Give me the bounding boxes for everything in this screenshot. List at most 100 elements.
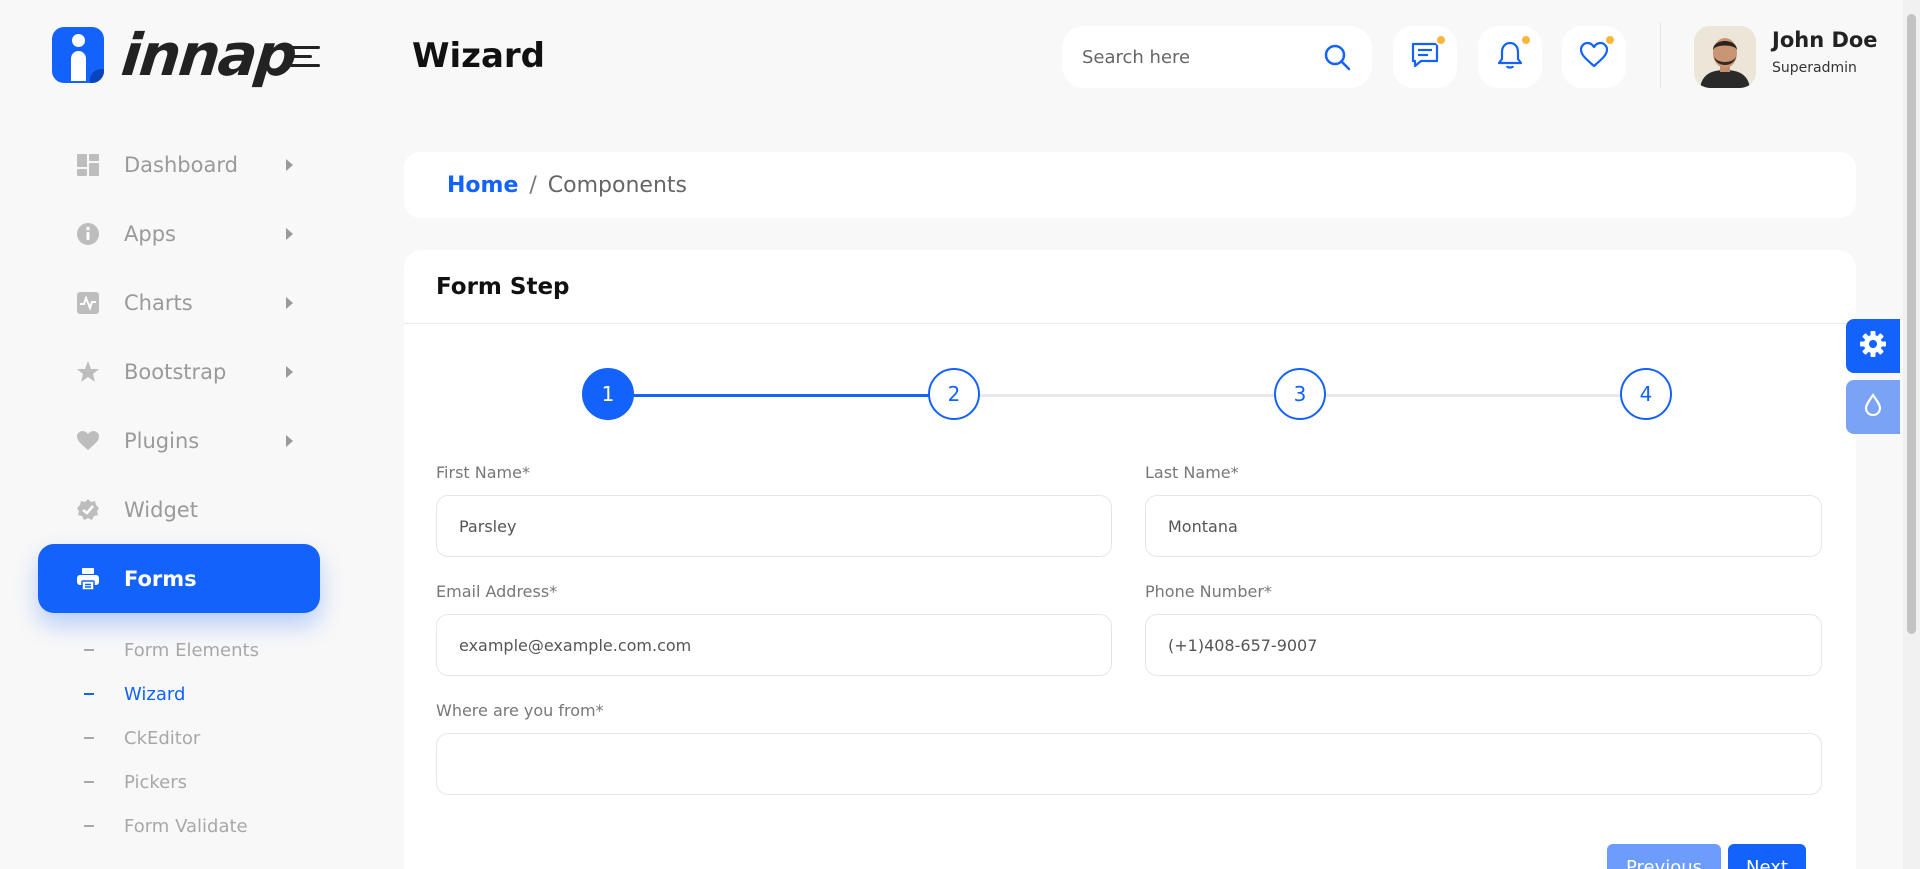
sidebar-item-widget[interactable]: Widget — [38, 475, 320, 544]
origin-group: Where are you from* — [436, 701, 1822, 795]
notification-dot — [1520, 34, 1532, 46]
sidebar-item-plugins[interactable]: Plugins — [38, 406, 320, 475]
caret-right-icon — [286, 158, 293, 171]
notification-dot — [1604, 34, 1616, 46]
search-icon[interactable] — [1322, 42, 1352, 72]
step-line — [980, 394, 1280, 397]
last-name-group: Last Name* — [1145, 463, 1822, 557]
step-2[interactable]: 2 — [928, 368, 980, 420]
sidebar-item-label: Forms — [124, 566, 197, 591]
breadcrumb: Home / Components — [404, 152, 1856, 218]
step-3[interactable]: 3 — [1274, 368, 1326, 420]
next-button[interactable]: Next — [1728, 844, 1806, 869]
dash-icon — [84, 737, 94, 739]
submenu-item-ckeditor[interactable]: CkEditor — [84, 716, 259, 760]
star-icon — [76, 360, 100, 384]
phone-label: Phone Number* — [1145, 582, 1272, 601]
printer-icon — [76, 567, 100, 591]
sidebar-item-bootstrap[interactable]: Bootstrap — [38, 337, 320, 406]
step-4[interactable]: 4 — [1620, 368, 1672, 420]
first-name-group: First Name* — [436, 463, 1112, 557]
last-name-label: Last Name* — [1145, 463, 1239, 482]
dash-icon — [84, 693, 94, 695]
wizard-stepper: 1 2 3 4 — [582, 368, 1682, 422]
dash-icon — [84, 825, 94, 827]
caret-right-icon — [286, 365, 293, 378]
sidebar-item-charts[interactable]: Charts — [38, 268, 320, 337]
sidebar-item-apps[interactable]: Apps — [38, 199, 320, 268]
brand-name: innap — [118, 21, 299, 89]
notifications-button[interactable] — [1478, 26, 1542, 88]
chart-icon — [76, 291, 100, 315]
first-name-field[interactable] — [436, 495, 1112, 557]
card-header: Form Step — [404, 250, 1856, 324]
sidebar-item-dashboard[interactable]: Dashboard — [38, 130, 320, 199]
origin-field[interactable] — [436, 733, 1822, 795]
menu-toggle-icon[interactable] — [290, 46, 320, 68]
phone-group: Phone Number* — [1145, 582, 1822, 676]
submenu-item-label: Form Validate — [124, 815, 248, 837]
phone-field[interactable] — [1145, 614, 1822, 676]
page-scrollbar[interactable] — [1903, 0, 1920, 869]
first-name-label: First Name* — [436, 463, 530, 482]
header-divider — [1660, 22, 1661, 88]
user-role: Superadmin — [1772, 60, 1857, 76]
form-step-card: Form Step 1 2 3 4 First Name* Last Name*… — [404, 250, 1856, 869]
drop-icon — [1860, 392, 1886, 422]
dash-icon — [84, 649, 94, 651]
avatar[interactable] — [1694, 26, 1756, 88]
sidebar-item-label: Widget — [124, 497, 198, 522]
badge-check-icon — [76, 498, 100, 522]
messages-button[interactable] — [1393, 26, 1457, 88]
sidebar-item-label: Apps — [124, 221, 176, 246]
submenu-item-label: CkEditor — [124, 727, 201, 749]
theme-button[interactable] — [1846, 380, 1900, 434]
sidebar-item-label: Plugins — [124, 428, 200, 453]
step-line — [1326, 394, 1626, 397]
gear-icon — [1858, 329, 1888, 363]
card-title: Form Step — [436, 273, 570, 300]
user-name[interactable]: John Doe — [1772, 28, 1878, 52]
step-progress-line — [632, 394, 930, 397]
notification-dot — [1435, 34, 1447, 46]
origin-label: Where are you from* — [436, 701, 604, 720]
dashboard-icon — [76, 153, 100, 177]
previous-button[interactable]: Previous — [1607, 844, 1721, 869]
settings-button[interactable] — [1846, 319, 1900, 373]
heart-icon — [76, 429, 100, 453]
caret-right-icon — [286, 296, 293, 309]
submenu-item-wizard[interactable]: Wizard — [84, 672, 259, 716]
submenu-item-label: Wizard — [124, 683, 186, 705]
dash-icon — [84, 781, 94, 783]
submenu-item-label: Form Elements — [124, 639, 259, 661]
sidebar-item-label: Dashboard — [124, 152, 238, 177]
info-icon — [76, 222, 100, 246]
caret-right-icon — [286, 227, 293, 240]
sidebar-item-forms[interactable]: Forms — [38, 544, 320, 613]
caret-right-icon — [286, 434, 293, 447]
email-field[interactable] — [436, 614, 1112, 676]
sidebar-item-label: Bootstrap — [124, 359, 227, 384]
step-1[interactable]: 1 — [582, 368, 634, 420]
submenu-item-label: Pickers — [124, 771, 187, 793]
search-box — [1062, 26, 1372, 88]
breadcrumb-current: Components — [547, 172, 687, 198]
sidebar-nav: Dashboard Apps Charts Bootstrap Plugins … — [38, 130, 320, 613]
email-group: Email Address* — [436, 582, 1112, 676]
breadcrumb-separator: / — [529, 172, 537, 198]
email-label: Email Address* — [436, 582, 558, 601]
submenu-item-form-elements[interactable]: Form Elements — [84, 628, 259, 672]
submenu-item-pickers[interactable]: Pickers — [84, 760, 259, 804]
last-name-field[interactable] — [1145, 495, 1822, 557]
forms-submenu: Form Elements Wizard CkEditor Pickers Fo… — [84, 628, 259, 848]
search-input[interactable] — [1082, 46, 1322, 68]
favorites-button[interactable] — [1562, 26, 1626, 88]
submenu-item-form-validate[interactable]: Form Validate — [84, 804, 259, 848]
brand-logo[interactable]: innap — [52, 21, 299, 89]
logo-mark-icon — [52, 27, 104, 83]
sidebar-item-label: Charts — [124, 290, 193, 315]
sidebar: innap Dashboard Apps Charts Bootstrap Pl… — [0, 0, 400, 869]
scrollbar-thumb[interactable] — [1907, 14, 1916, 634]
page-title: Wizard — [412, 36, 545, 76]
breadcrumb-home-link[interactable]: Home — [447, 173, 518, 198]
